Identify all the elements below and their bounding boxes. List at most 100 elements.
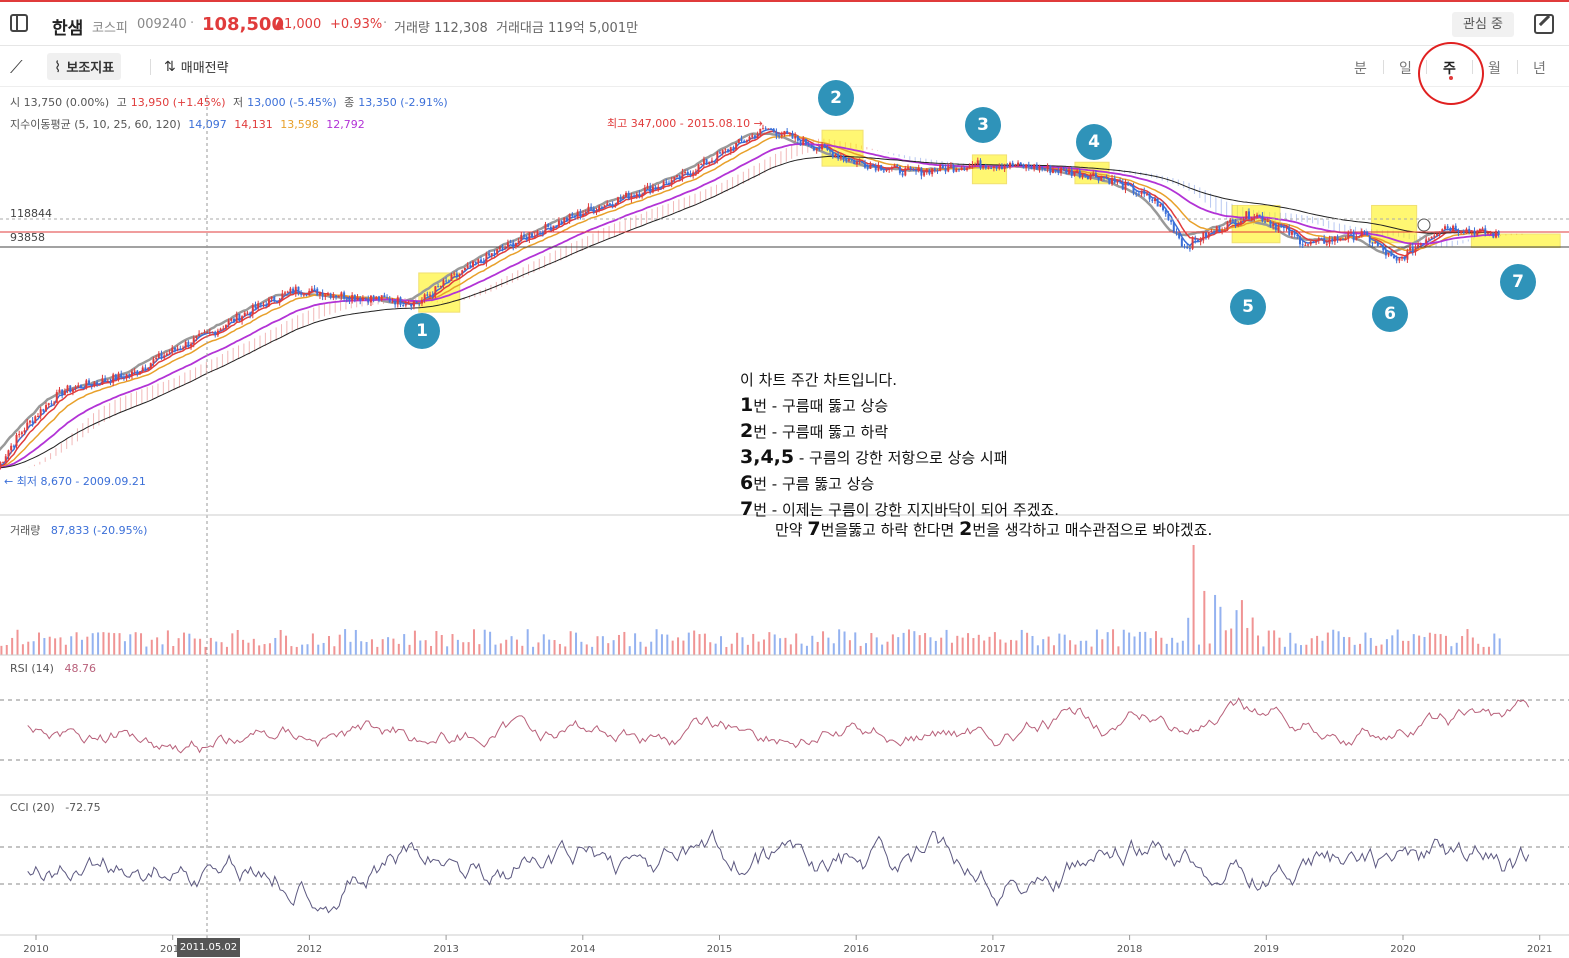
volume-bar	[1187, 617, 1190, 655]
volume-bar	[1342, 636, 1345, 655]
volume-bar	[1112, 629, 1115, 655]
candle-body	[106, 380, 109, 382]
candle-body	[1481, 228, 1484, 230]
candle-body	[208, 332, 211, 334]
candle-body	[4, 456, 7, 462]
annotation-text-7a: 만약	[775, 521, 808, 539]
volume-bar	[344, 629, 347, 655]
candle-body	[259, 303, 262, 305]
volume-bar	[832, 643, 835, 655]
volume-bar	[1026, 632, 1029, 655]
candle-body	[1078, 170, 1081, 178]
candle-body	[375, 296, 378, 299]
candle-body	[898, 166, 901, 174]
candle-body	[689, 173, 692, 176]
candle-body	[514, 243, 517, 248]
candle-body	[584, 212, 587, 214]
volume-bar	[585, 644, 588, 655]
candle-body	[1105, 177, 1108, 179]
candle-body	[195, 335, 198, 338]
candle-body	[818, 148, 821, 150]
volume-bar	[564, 646, 567, 655]
candle-body	[477, 259, 480, 263]
candle-body	[968, 165, 971, 168]
ema-value-2: 14,131	[234, 118, 273, 131]
edit-icon[interactable]	[1534, 14, 1554, 34]
candle-body	[1288, 227, 1291, 235]
candle-body	[420, 299, 423, 304]
candle-body	[826, 147, 829, 150]
volume-bar	[333, 646, 336, 655]
volume-bar	[972, 638, 975, 655]
indicator-button[interactable]: ⌇ 보조지표	[47, 53, 122, 80]
candle-body	[694, 171, 697, 173]
period-year[interactable]: 년	[1533, 58, 1546, 78]
volume-bar	[854, 632, 857, 655]
candle-body	[2, 461, 5, 463]
volume-bar	[607, 643, 610, 655]
candle-body	[23, 430, 26, 433]
candle-body	[147, 368, 150, 370]
candle-body	[1202, 232, 1205, 241]
volume-bar	[736, 632, 739, 655]
cci-label: CCI (20)	[10, 801, 55, 814]
candle-body	[582, 213, 585, 217]
volume-bar	[97, 632, 100, 655]
candle-body	[955, 169, 958, 172]
annotation-line-2: 1번 - 구름때 뚫고 상승	[740, 393, 1059, 419]
candle-body	[1035, 164, 1038, 170]
candle-body	[743, 140, 746, 142]
candle-body	[380, 295, 383, 301]
volume-bar	[956, 635, 959, 655]
volume-bar	[1208, 643, 1211, 655]
volume-bar	[1326, 632, 1329, 655]
candle-body	[904, 168, 907, 176]
candle-body	[313, 288, 316, 290]
period-month[interactable]: 월	[1488, 58, 1501, 78]
candle-body	[541, 232, 544, 234]
candle-body	[888, 168, 891, 170]
candle-body	[565, 217, 568, 221]
candle-body	[1443, 226, 1446, 230]
candle-body	[864, 163, 867, 168]
candle-body	[909, 167, 912, 170]
candle-body	[885, 169, 888, 172]
candle-body	[18, 434, 21, 436]
candle-body	[179, 348, 182, 350]
candle-body	[692, 172, 695, 176]
ema-value-1: 14,097	[188, 118, 227, 131]
strategy-button[interactable]: ⇅ 매매전략	[157, 53, 236, 80]
rsi-legend: RSI (14) 48.76	[10, 662, 96, 675]
candle-body	[79, 385, 82, 389]
indicator-icon: ⌇	[54, 57, 62, 76]
sidebar-toggle-icon[interactable]	[10, 14, 28, 32]
volume-bar	[569, 631, 572, 655]
volume-bar	[924, 633, 927, 655]
candle-body	[139, 371, 142, 374]
candle-body	[1264, 221, 1267, 223]
candle-body	[667, 182, 670, 185]
candle-body	[1355, 236, 1358, 241]
candle-body	[684, 171, 687, 173]
annotation-num: 7	[807, 518, 821, 540]
candle-body	[1433, 235, 1436, 237]
marker-6: 6	[1372, 296, 1408, 332]
volume-bar	[134, 632, 137, 655]
candle-body	[608, 203, 611, 205]
candle-body	[281, 293, 284, 300]
candle-body	[447, 280, 450, 282]
period-minute[interactable]: 분	[1354, 58, 1367, 78]
candle-body	[0, 462, 2, 468]
volume-bar	[1031, 635, 1034, 655]
volume-bar	[263, 644, 266, 655]
watchlist-button[interactable]: 관심 중	[1452, 12, 1514, 37]
candle-body	[531, 233, 534, 238]
candle-body	[998, 166, 1001, 169]
volume-bar	[1069, 640, 1072, 655]
period-day[interactable]: 일	[1399, 58, 1412, 78]
candle-body	[944, 167, 947, 172]
draw-line-icon[interactable]: ⟋	[10, 57, 23, 78]
all-time-high-label: 최고 347,000 - 2015.08.10 →	[607, 117, 763, 130]
volume-bar	[338, 634, 341, 655]
candle-body	[794, 135, 797, 139]
